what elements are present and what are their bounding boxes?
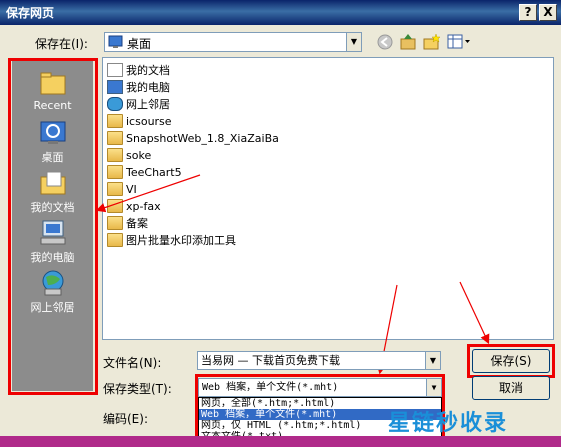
filename-value: 当易网 — 下载首页免费下载 [201, 354, 340, 367]
cancel-button[interactable]: 取消 [472, 376, 550, 400]
chevron-down-icon[interactable]: ▼ [425, 352, 440, 369]
filename-label: 文件名(N): [103, 356, 162, 370]
watermark: 星链秒收录 [388, 411, 509, 436]
arrow-to-save-button [459, 281, 490, 345]
highlight-box-save-button [467, 344, 555, 378]
save-type-label: 保存类型(T): [103, 382, 172, 396]
arrow-to-places [95, 174, 201, 213]
filename-input[interactable]: 当易网 — 下载首页免费下载 ▼ [197, 351, 441, 370]
background-strip [0, 436, 561, 447]
encoding-label: 编码(E): [103, 412, 148, 426]
